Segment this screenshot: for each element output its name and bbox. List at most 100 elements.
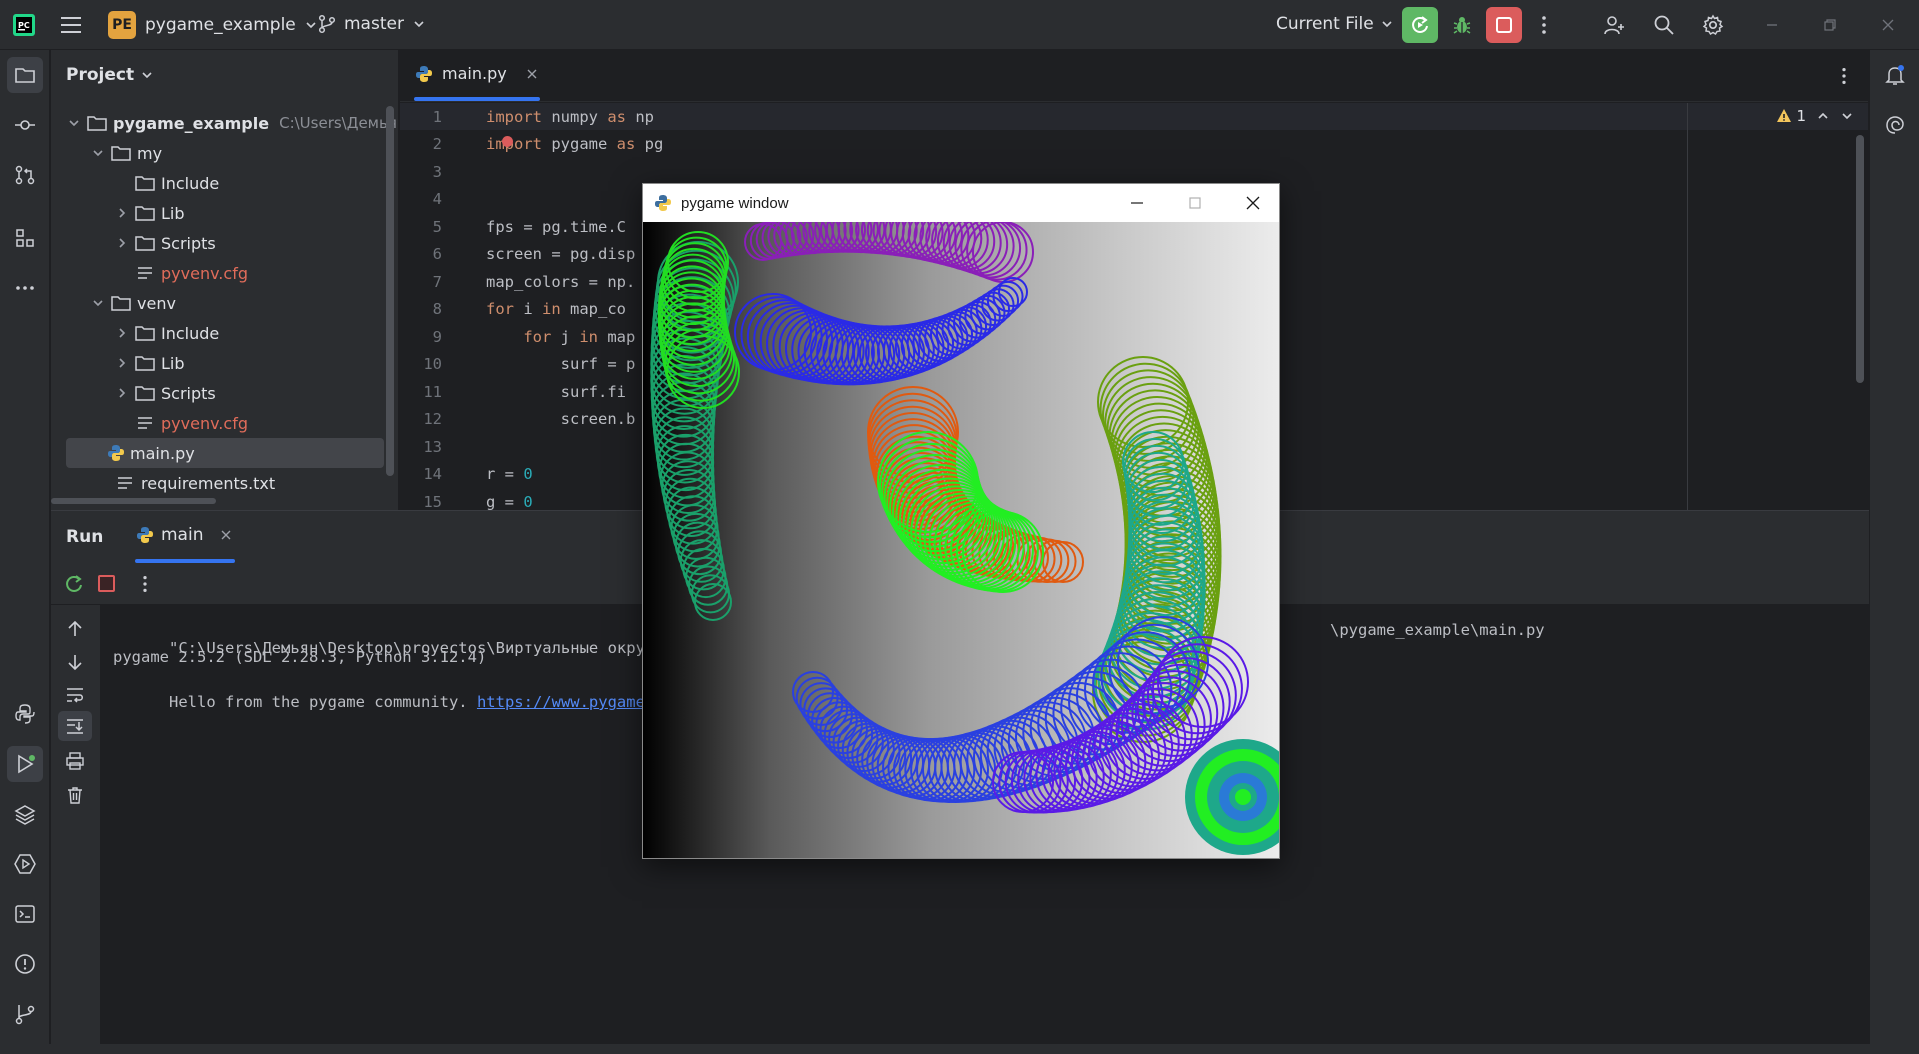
structure-tool-button[interactable] xyxy=(7,220,43,256)
branch-selector[interactable]: master xyxy=(318,14,426,34)
project-name: pygame_example xyxy=(145,15,296,35)
main-menu-icon[interactable] xyxy=(60,15,82,35)
pygame-title-bar[interactable]: pygame window xyxy=(643,184,1279,222)
minimize-button[interactable] xyxy=(1754,7,1790,43)
arrow-up-icon[interactable] xyxy=(65,619,85,639)
title-bar: PC PE pygame_example master Current File xyxy=(0,0,1919,50)
soft-wrap-icon[interactable] xyxy=(65,685,85,705)
scroll-to-end-button[interactable] xyxy=(58,711,92,741)
project-panel-header[interactable]: Project xyxy=(66,65,154,85)
print-icon[interactable] xyxy=(65,751,85,771)
tree-item-main-py[interactable]: main.py xyxy=(66,438,384,468)
inspections-widget[interactable]: 1 xyxy=(1776,107,1854,125)
project-panel: Project pygame_example C:\Users\Демьян m… xyxy=(51,50,399,510)
problems-tool-button[interactable] xyxy=(7,946,43,982)
right-margin-guide xyxy=(1687,103,1688,510)
tree-item-requirements-txt[interactable]: requirements.txt xyxy=(115,468,275,498)
pygame-window[interactable]: pygame window xyxy=(642,183,1280,859)
stop-button[interactable] xyxy=(1486,7,1522,43)
code-with-me-button[interactable] xyxy=(1596,7,1632,43)
arrow-down-icon[interactable] xyxy=(65,652,85,672)
vertical-scrollbar[interactable] xyxy=(386,106,394,476)
trash-icon[interactable] xyxy=(65,785,85,805)
keyword-token: for xyxy=(486,300,514,318)
code-token: g = xyxy=(486,492,524,511)
bug-icon xyxy=(1453,17,1471,34)
maximize-icon xyxy=(1189,197,1201,209)
pull-requests-tool-button[interactable] xyxy=(7,157,43,193)
line-number: 10 xyxy=(423,355,442,373)
pygame-canvas[interactable] xyxy=(643,222,1279,858)
chevron-down-icon xyxy=(69,120,79,127)
tree-item-scripts[interactable]: Scripts xyxy=(115,228,216,258)
restore-button[interactable] xyxy=(1812,7,1848,43)
stop-button[interactable] xyxy=(98,575,115,592)
folder-icon xyxy=(135,236,155,251)
notifications-button[interactable] xyxy=(1877,57,1913,93)
tree-item-label: Include xyxy=(161,173,220,193)
ai-assistant-button[interactable] xyxy=(1877,107,1913,143)
breakpoint-marker[interactable] xyxy=(502,136,513,147)
code-token: i xyxy=(514,300,542,318)
chevron-right-icon xyxy=(119,358,126,368)
editor-tab-main-py[interactable]: main.py xyxy=(414,64,539,83)
tree-item-include[interactable]: Include xyxy=(115,168,219,198)
settings-button[interactable] xyxy=(1695,7,1731,43)
tree-item-label: venv xyxy=(137,293,176,313)
pygame-minimize-button[interactable] xyxy=(1109,184,1165,222)
python-packages-tool-button[interactable] xyxy=(7,696,43,732)
pycharm-logo-icon[interactable]: PC xyxy=(12,13,36,37)
more-actions-button[interactable] xyxy=(1530,7,1558,43)
pygame-close-button[interactable] xyxy=(1225,184,1281,222)
pygame-maximize-button[interactable] xyxy=(1167,184,1223,222)
project-selector[interactable]: PE pygame_example xyxy=(108,11,318,39)
editor-vertical-scrollbar[interactable] xyxy=(1856,135,1864,383)
code-line: 9 for j in map xyxy=(400,323,636,350)
inspection-count: 1 xyxy=(1796,107,1806,125)
run-more-button[interactable] xyxy=(135,574,155,598)
close-icon[interactable] xyxy=(219,528,233,542)
text-file-icon xyxy=(138,417,152,429)
chevron-down-icon[interactable] xyxy=(1840,109,1854,123)
terminal-tool-button[interactable] xyxy=(7,896,43,932)
code-line: 2 import pygame as pg xyxy=(400,131,664,158)
layers-tool-button[interactable] xyxy=(7,796,43,832)
editor-options-button[interactable] xyxy=(1834,66,1854,90)
services-tool-button[interactable] xyxy=(7,846,43,882)
commit-tool-button[interactable] xyxy=(7,107,43,143)
chevron-up-icon[interactable] xyxy=(1816,109,1830,123)
rerun-icon xyxy=(66,575,82,592)
horizontal-scrollbar[interactable] xyxy=(51,498,216,504)
scroll-to-end-icon xyxy=(67,719,83,734)
tree-item-my[interactable]: my xyxy=(91,138,162,168)
tree-root-pygame-example[interactable]: pygame_example C:\Users\Демьян xyxy=(67,108,398,138)
search-button[interactable] xyxy=(1646,7,1682,43)
pygame-link[interactable]: https://www.pygame.o xyxy=(477,693,664,711)
tree-item-pyvenv-cfg[interactable]: pyvenv.cfg xyxy=(115,258,248,288)
tree-item-venv-scripts[interactable]: Scripts xyxy=(115,378,216,408)
tree-item-venv[interactable]: venv xyxy=(91,288,176,318)
tree-item-venv-include[interactable]: Include xyxy=(115,318,219,348)
rerun-button[interactable] xyxy=(63,573,85,599)
rerun-button[interactable] xyxy=(1402,7,1438,43)
run-tool-button[interactable] xyxy=(7,746,43,782)
close-icon[interactable] xyxy=(525,67,539,81)
text-file-icon xyxy=(138,267,152,279)
folder-icon xyxy=(135,386,155,401)
terminal-icon xyxy=(15,905,35,923)
project-tool-button[interactable] xyxy=(7,57,43,93)
run-config-selector[interactable]: Current File xyxy=(1276,14,1394,34)
run-tab-main[interactable]: main xyxy=(135,525,233,545)
git-tool-button[interactable] xyxy=(7,996,43,1032)
keyword-token: as xyxy=(616,135,636,153)
tree-item-venv-lib[interactable]: Lib xyxy=(115,348,185,378)
tree-item-lib[interactable]: Lib xyxy=(115,198,185,228)
debug-button[interactable] xyxy=(1444,7,1480,43)
tree-item-label: pyvenv.cfg xyxy=(161,413,248,433)
more-tools-button[interactable] xyxy=(7,270,43,306)
tree-item-venv-pyvenv-cfg[interactable]: pyvenv.cfg xyxy=(115,408,248,438)
code-token: j xyxy=(551,327,580,346)
line-number: 4 xyxy=(432,190,442,208)
close-window-button[interactable] xyxy=(1870,7,1906,43)
code-line: 8 for i in map_co xyxy=(400,296,626,323)
